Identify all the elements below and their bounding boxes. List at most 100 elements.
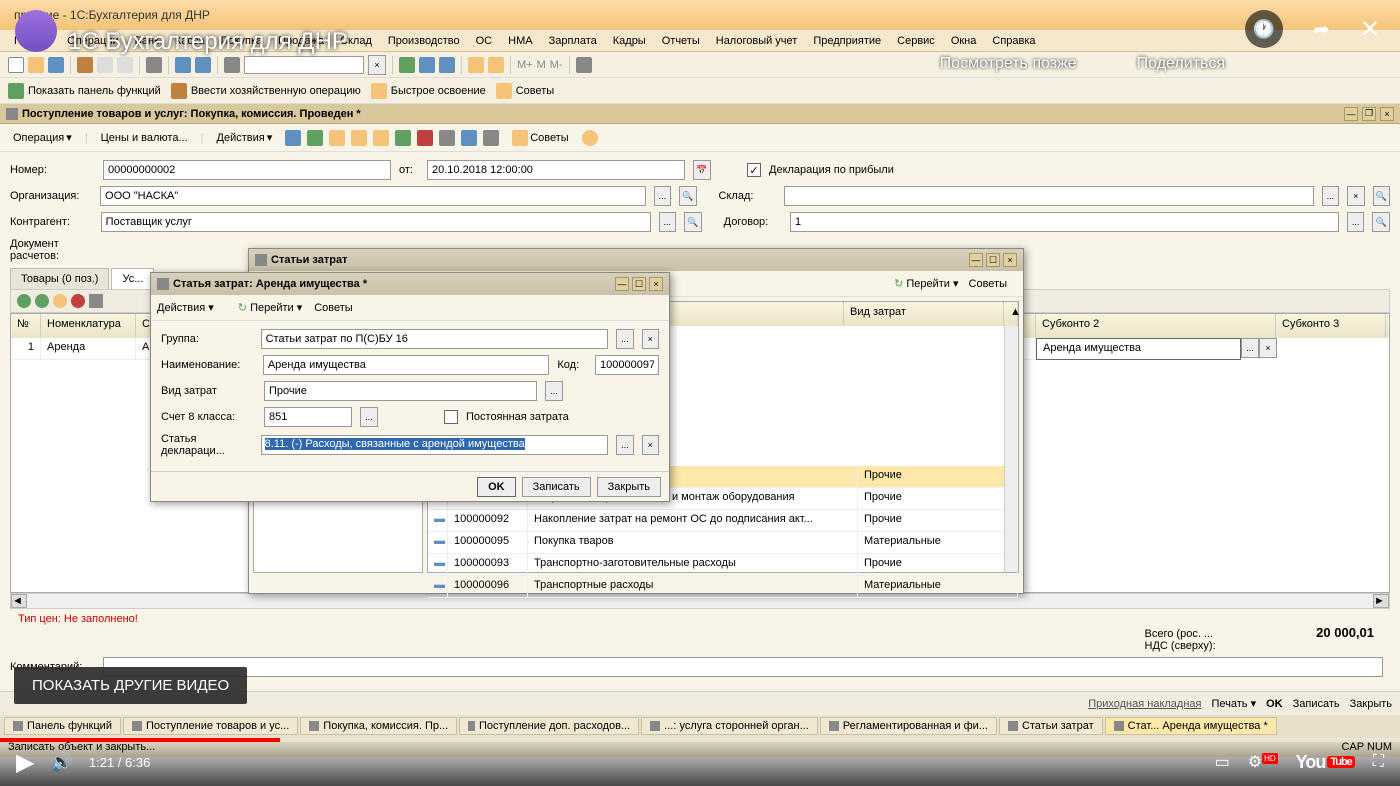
date-input[interactable] — [427, 160, 685, 180]
print-icon[interactable] — [146, 57, 162, 73]
menu-cash[interactable]: Касса — [169, 33, 211, 49]
warehouse-input[interactable] — [784, 186, 1313, 206]
close-button[interactable]: Закрыть — [1350, 698, 1392, 710]
menu-operations[interactable]: Операции — [61, 33, 124, 49]
doc-tool-icon-3[interactable] — [329, 130, 345, 146]
group-select[interactable]: ... — [616, 329, 633, 349]
list-item[interactable]: ▬100000096Транспортные расходыМатериальн… — [428, 576, 1018, 598]
fullscreen-icon[interactable]: ⛶ — [1373, 753, 1384, 771]
actions-dropdown[interactable]: Действия ▾ — [210, 128, 280, 147]
comment-input[interactable] — [103, 657, 1383, 677]
volume-icon[interactable]: 🔊 — [50, 752, 72, 773]
menu-purchase[interactable]: Покупка — [215, 33, 269, 49]
play-icon[interactable]: ▶ — [16, 748, 34, 777]
doc-tool-icon-5[interactable] — [373, 130, 389, 146]
copy-row-icon[interactable] — [35, 294, 49, 308]
contract-input[interactable] — [790, 212, 1339, 232]
decl-select[interactable]: ... — [616, 435, 633, 455]
minimize-button[interactable]: — — [1344, 107, 1358, 121]
close-button[interactable]: × — [1380, 107, 1394, 121]
m2-ok-button[interactable]: OK — [477, 477, 516, 497]
decl-input[interactable]: 8.11. (-) Расходы, связанные с арендой и… — [261, 435, 609, 455]
open-icon[interactable] — [28, 57, 44, 73]
group-clear[interactable]: × — [642, 329, 659, 349]
menu-hr[interactable]: Кадры — [607, 33, 652, 49]
operation-dropdown[interactable]: Операция ▾ — [6, 128, 79, 147]
m2-close-button[interactable]: Закрыть — [597, 477, 661, 497]
prices-button[interactable]: Цены и валюта... — [94, 129, 195, 147]
m2-maximize[interactable]: ☐ — [632, 277, 646, 291]
doc-tool-icon-4[interactable] — [351, 130, 367, 146]
tab-goods[interactable]: Товары (0 поз.) — [10, 268, 109, 289]
nav-back-icon[interactable] — [419, 57, 435, 73]
cost-item-title-bar[interactable]: Статья затрат: Аренда имущества * — ☐ × — [151, 273, 669, 295]
table-tool-icon[interactable] — [89, 294, 103, 308]
menu-service[interactable]: Сервис — [891, 33, 941, 49]
m1-maximize[interactable]: ☐ — [986, 253, 1000, 267]
menu-reports[interactable]: Отчеты — [656, 33, 706, 49]
menu-help[interactable]: Справка — [986, 33, 1041, 49]
ok-button[interactable]: OK — [1266, 698, 1283, 710]
col-sub2[interactable]: Субконто 2 — [1036, 314, 1276, 338]
m-minus[interactable]: M- — [550, 59, 563, 71]
counterparty-select[interactable]: ... — [659, 212, 677, 232]
m-plus[interactable]: M+ — [517, 59, 533, 71]
m2-save-button[interactable]: Записать — [522, 477, 591, 497]
menu-warehouse[interactable]: Склад — [334, 33, 378, 49]
warehouse-select[interactable]: ... — [1322, 186, 1339, 206]
calendar-icon[interactable] — [488, 57, 504, 73]
paste-icon[interactable] — [117, 57, 133, 73]
doc-tool-icon-2[interactable] — [307, 130, 323, 146]
menu-sale[interactable]: Продажа — [272, 33, 330, 49]
wtab-receipt[interactable]: Поступление товаров и ус... — [123, 717, 298, 735]
account-select[interactable]: ... — [360, 407, 378, 427]
decl-clear[interactable]: × — [642, 435, 659, 455]
quick-learn-button[interactable]: Быстрое освоение — [371, 83, 486, 99]
save-icon[interactable] — [48, 57, 64, 73]
m1-minimize[interactable]: — — [969, 253, 983, 267]
org-open[interactable]: 🔍 — [679, 186, 696, 206]
doc-tool-icon-8[interactable] — [439, 130, 455, 146]
doc-advice-button[interactable]: Советы — [505, 127, 575, 149]
col-sub3[interactable]: Субконто 3 — [1276, 314, 1386, 338]
copy-icon[interactable] — [97, 57, 113, 73]
wtab-expenses[interactable]: Поступление доп. расходов... — [459, 717, 639, 735]
m1-advice[interactable]: Советы — [969, 278, 1007, 290]
doc-tool-icon-10[interactable] — [483, 130, 499, 146]
yt-progress-bar[interactable] — [0, 738, 1400, 742]
help-icon[interactable] — [582, 130, 598, 146]
menu-bank[interactable]: Банк — [129, 33, 165, 49]
delete-row-icon[interactable] — [71, 294, 85, 308]
search-input[interactable] — [244, 56, 364, 74]
type-input[interactable] — [264, 381, 537, 401]
new-icon[interactable] — [8, 57, 24, 73]
group-input[interactable] — [261, 329, 609, 349]
col-nomen[interactable]: Номенклатура — [41, 314, 136, 338]
settings-icon[interactable]: ⚙HD — [1248, 752, 1278, 772]
edit-row-icon[interactable] — [53, 294, 67, 308]
wtab-regulated[interactable]: Регламентированная и фи... — [820, 717, 997, 735]
m[interactable]: M — [537, 59, 546, 71]
contract-open[interactable]: 🔍 — [1372, 212, 1390, 232]
doc-tool-icon-1[interactable] — [285, 130, 301, 146]
nav-fwd-icon[interactable] — [439, 57, 455, 73]
undo-icon[interactable] — [175, 57, 191, 73]
menu-tax[interactable]: Налоговый учет — [710, 33, 804, 49]
subtitles-icon[interactable]: ▭ — [1215, 752, 1230, 772]
restore-button[interactable]: ❐ — [1362, 107, 1376, 121]
search-clear[interactable]: × — [368, 55, 386, 75]
permanent-checkbox[interactable] — [444, 410, 458, 424]
tool-icon[interactable] — [576, 57, 592, 73]
doc-tool-icon-6[interactable] — [395, 130, 411, 146]
name-input[interactable] — [263, 355, 550, 375]
wtab-panel[interactable]: Панель функций — [4, 717, 121, 735]
save-button[interactable]: Записать — [1293, 698, 1340, 710]
advice-button[interactable]: Советы — [496, 83, 554, 99]
m2-actions-dropdown[interactable]: Действия ▾ — [157, 301, 214, 314]
refresh-icon[interactable] — [399, 57, 415, 73]
show-panel-button[interactable]: Показать панель функций — [8, 83, 161, 99]
contract-select[interactable]: ... — [1347, 212, 1365, 232]
warehouse-open[interactable]: 🔍 — [1373, 186, 1390, 206]
calc-icon[interactable] — [468, 57, 484, 73]
tab-services[interactable]: Ус... — [111, 268, 154, 289]
